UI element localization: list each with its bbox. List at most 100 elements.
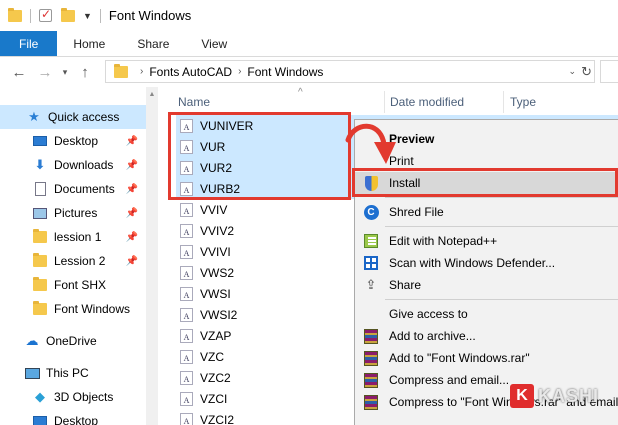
sidebar-item-quick-access[interactable]: ★ Quick access <box>0 105 146 129</box>
kashi-watermark: K KASHI <box>510 383 599 409</box>
font-file-icon: A <box>180 244 193 259</box>
sidebar-item-desktop[interactable]: Desktop 📌 <box>0 129 146 153</box>
sidebar-item-desktop-pc[interactable]: Desktop <box>0 409 146 425</box>
sidebar-item-label: Desktop <box>54 414 99 425</box>
font-file-icon: A <box>180 328 193 343</box>
font-file-icon: A <box>180 370 193 385</box>
navigation-bar: ← → ▾ ↑ › Fonts AutoCAD › Font Windows ⌄… <box>0 57 618 87</box>
download-icon: ⬇ <box>34 157 46 172</box>
search-input[interactable] <box>600 60 618 83</box>
font-file-icon: A <box>180 307 193 322</box>
menu-item-shred-file[interactable]: C Shred File <box>355 201 618 223</box>
folder-icon <box>32 229 48 244</box>
pin-icon[interactable]: 📌 <box>126 184 138 195</box>
menu-item-share[interactable]: ⇪ Share <box>355 274 618 296</box>
file-row-vzci[interactable]: A VZCI <box>176 388 352 409</box>
documents-icon <box>32 182 48 196</box>
new-folder-icon[interactable] <box>61 7 75 22</box>
menu-item-scan-defender[interactable]: Scan with Windows Defender... <box>355 252 618 274</box>
cube-icon: ◆ <box>35 389 45 404</box>
sidebar-item-label: lession 1 <box>54 230 102 244</box>
file-row-vwsi[interactable]: A VWSI <box>176 283 352 304</box>
divider <box>99 8 101 23</box>
sidebar-item-onedrive[interactable]: ☁ OneDrive <box>0 329 146 353</box>
rar-icon <box>363 372 379 388</box>
file-name: VZC <box>200 349 224 364</box>
sidebar-item-this-pc[interactable]: This PC <box>0 361 146 385</box>
file-row-vviv2[interactable]: A VVIV2 <box>176 220 352 241</box>
rar-icon <box>363 350 379 366</box>
curved-arrow-icon <box>345 123 396 164</box>
desktop-icon <box>32 414 48 425</box>
properties-icon[interactable] <box>39 7 52 22</box>
sidebar-item-lession-1[interactable]: lession 1 📌 <box>0 225 146 249</box>
folder-icon <box>8 7 22 22</box>
pin-icon[interactable]: 📌 <box>126 232 138 243</box>
sidebar-item-3d-objects[interactable]: ◆ 3D Objects <box>0 385 146 409</box>
scroll-up-icon[interactable]: ▲ <box>148 91 156 101</box>
sidebar-item-documents[interactable]: Documents 📌 <box>0 177 146 201</box>
forward-arrow-icon[interactable]: → <box>32 64 58 81</box>
file-row-vviv[interactable]: A VVIV <box>176 199 352 220</box>
sidebar-item-font-windows[interactable]: Font Windows <box>0 297 146 321</box>
menu-item-add-to-archive[interactable]: Add to archive... <box>355 325 618 347</box>
file-row-vzc[interactable]: A VZC <box>176 346 352 367</box>
font-file-icon: A <box>180 202 193 217</box>
file-row-vzc2[interactable]: A VZC2 <box>176 367 352 388</box>
sidebar-item-label: This PC <box>46 366 89 380</box>
recent-locations-chevron-icon[interactable]: ▾ <box>58 67 72 78</box>
sidebar-item-label: Font Windows <box>54 302 131 316</box>
column-header-type[interactable]: Type <box>510 91 536 113</box>
pin-icon[interactable]: 📌 <box>126 208 138 219</box>
file-name: VZCI2 <box>200 412 235 425</box>
file-row-vws2[interactable]: A VWS2 <box>176 262 352 283</box>
tab-home[interactable]: Home <box>57 31 121 56</box>
pin-icon[interactable]: 📌 <box>126 256 138 267</box>
file-row-vvivi[interactable]: A VVIVI <box>176 241 352 262</box>
up-arrow-icon[interactable]: ↑ <box>72 64 98 81</box>
font-file-icon: A <box>180 286 193 301</box>
file-name: VZCI <box>200 391 228 406</box>
sidebar-item-pictures[interactable]: Pictures 📌 <box>0 201 146 225</box>
tab-share[interactable]: Share <box>121 31 185 56</box>
pin-icon[interactable]: 📌 <box>126 136 138 147</box>
folder-icon <box>32 301 48 316</box>
star-icon: ★ <box>28 109 40 124</box>
address-bar[interactable]: › Fonts AutoCAD › Font Windows ⌄ ↻ <box>105 60 595 83</box>
sidebar-item-downloads[interactable]: ⬇ Downloads 📌 <box>0 153 146 177</box>
chevron-right-icon[interactable]: › <box>238 66 241 77</box>
folder-icon <box>114 63 128 78</box>
file-name: VWSI2 <box>200 307 238 322</box>
chevron-right-icon[interactable]: › <box>140 66 143 77</box>
menu-item-add-to-rar[interactable]: Add to "Font Windows.rar" <box>355 347 618 369</box>
sidebar-item-label: Documents <box>54 182 115 196</box>
column-divider[interactable] <box>503 91 504 113</box>
pin-icon[interactable]: 📌 <box>126 160 138 171</box>
title-bar: ▼ Font Windows <box>0 0 618 31</box>
file-row-vzap[interactable]: A VZAP <box>176 325 352 346</box>
address-dropdown-icon[interactable]: ⌄ <box>568 66 576 77</box>
breadcrumb-fonts-autocad[interactable]: Fonts AutoCAD <box>149 65 232 79</box>
quick-access-toolbar-dropdown-icon[interactable]: ▼ <box>83 11 92 21</box>
sidebar-item-lession-2[interactable]: Lession 2 📌 <box>0 249 146 273</box>
sidebar-item-font-shx[interactable]: Font SHX <box>0 273 146 297</box>
breadcrumb-font-windows[interactable]: Font Windows <box>247 65 323 79</box>
menu-item-edit-notepad[interactable]: Edit with Notepad++ <box>355 230 618 252</box>
file-row-vwsi2[interactable]: A VWSI2 <box>176 304 352 325</box>
refresh-icon[interactable]: ↻ <box>581 64 592 80</box>
ribbon-tabs: File Home Share View <box>0 31 618 57</box>
font-file-icon: A <box>180 412 193 425</box>
file-name: VWSI <box>200 286 231 301</box>
file-name: VZC2 <box>200 370 231 385</box>
window-title: Font Windows <box>108 8 192 23</box>
column-header-date[interactable]: Date modified <box>390 91 464 113</box>
tab-view[interactable]: View <box>185 31 243 56</box>
font-file-icon: A <box>180 223 193 238</box>
nav-scrollbar[interactable]: ▲ <box>146 87 158 425</box>
tab-file[interactable]: File <box>0 31 58 56</box>
menu-item-give-access[interactable]: Give access to <box>355 303 618 325</box>
column-header-name[interactable]: Name <box>178 91 210 113</box>
file-row-vzci2[interactable]: A VZCI2 <box>176 409 352 425</box>
sidebar-item-label: Downloads <box>54 158 114 172</box>
back-arrow-icon[interactable]: ← <box>6 64 32 81</box>
